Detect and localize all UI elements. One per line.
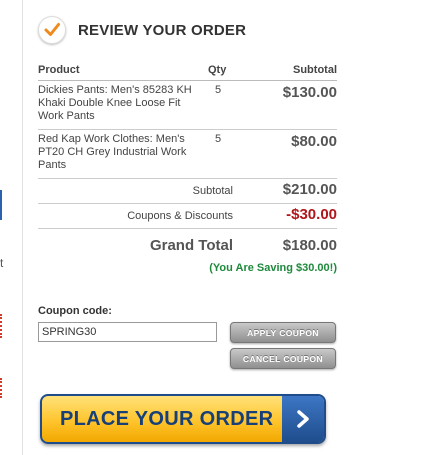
saving-message: (You Are Saving $30.00!): [209, 262, 337, 274]
table-row: Red Kap Work Clothes: Men's PT20 CH Grey…: [38, 130, 337, 179]
table-header: Product Qty Subtotal: [38, 60, 337, 81]
order-table: Product Qty Subtotal Dickies Pants: Men'…: [38, 60, 337, 259]
column-header-qty: Qty: [208, 64, 227, 76]
subtotal-row: Subtotal $210.00: [38, 179, 337, 204]
discount-row: Coupons & Discounts -$30.00: [38, 204, 337, 229]
edge-link-fragment[interactable]: [0, 190, 2, 220]
place-order-button[interactable]: PLACE YOUR ORDER: [40, 394, 326, 444]
column-header-subtotal: Subtotal: [293, 64, 337, 76]
discount-label: Coupons & Discounts: [127, 210, 233, 222]
grand-total-value: $180.00: [282, 237, 337, 254]
grand-total-label: Grand Total: [149, 237, 233, 254]
checkmark-icon: [38, 16, 66, 44]
discount-value: -$30.00: [286, 206, 337, 223]
subtotal-label: Subtotal: [192, 185, 233, 197]
product-name: Dickies Pants: Men's 85283 KH Khaki Doub…: [38, 84, 192, 122]
edge-red-dotted-line: [0, 314, 4, 338]
product-qty: 5: [215, 84, 222, 96]
review-header: REVIEW YOUR ORDER: [38, 14, 246, 46]
product-qty: 5: [215, 133, 222, 145]
left-column-edge: t: [0, 0, 23, 455]
edge-red-dotted-line: [0, 378, 4, 398]
coupon-code-input[interactable]: [38, 322, 217, 342]
table-row: Dickies Pants: Men's 85283 KH Khaki Doub…: [38, 81, 337, 130]
apply-coupon-button[interactable]: APPLY COUPON: [230, 322, 336, 343]
coupon-code-label: Coupon code:: [38, 305, 112, 317]
product-price: $80.00: [291, 133, 337, 150]
cancel-coupon-button[interactable]: CANCEL COUPON: [230, 348, 336, 369]
edge-text-fragment: t: [0, 256, 4, 270]
place-order-label: PLACE YOUR ORDER: [60, 408, 274, 430]
product-price: $130.00: [282, 84, 337, 101]
subtotal-value: $210.00: [282, 181, 337, 198]
page-title: REVIEW YOUR ORDER: [78, 21, 247, 39]
chevron-right-icon: [282, 396, 324, 442]
column-header-product: Product: [38, 64, 80, 76]
product-name: Red Kap Work Clothes: Men's PT20 CH Grey…: [38, 133, 187, 171]
grand-total-row: Grand Total $180.00: [38, 229, 337, 259]
